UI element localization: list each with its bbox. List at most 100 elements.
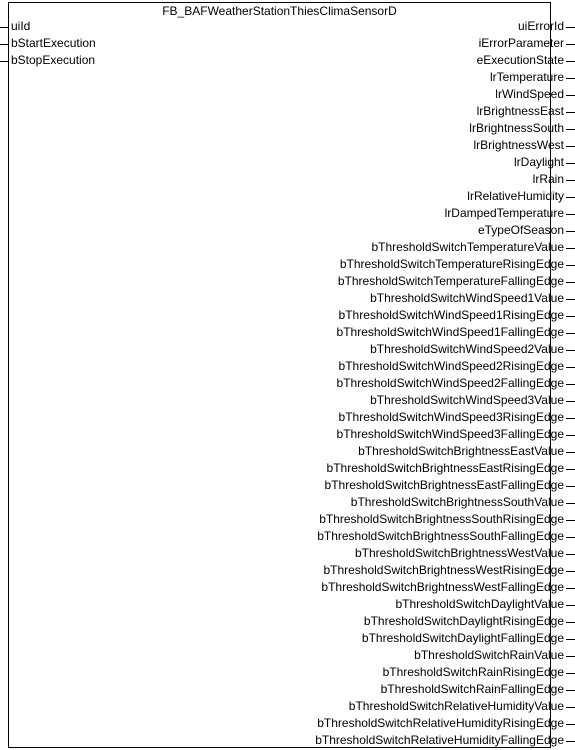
output-connector-stub-icon[interactable]	[566, 78, 575, 79]
output-pin[interactable]: lrRelativeHumidity	[467, 188, 575, 205]
output-connector-stub-icon[interactable]	[566, 639, 575, 640]
output-pin[interactable]: bThresholdSwitchBrightnessEastRisingEdge	[327, 460, 575, 477]
output-connector-stub-icon[interactable]	[566, 180, 575, 181]
output-connector-stub-icon[interactable]	[566, 707, 575, 708]
output-connector-stub-icon[interactable]	[566, 112, 575, 113]
output-connector-stub-icon[interactable]	[566, 673, 575, 674]
output-pin[interactable]: bThresholdSwitchWindSpeed2Value	[370, 341, 575, 358]
output-connector-stub-icon[interactable]	[566, 622, 575, 623]
output-pin-label: bThresholdSwitchRelativeHumidityRisingEd…	[317, 716, 564, 730]
output-connector-stub-icon[interactable]	[566, 367, 575, 368]
output-pin[interactable]: lrRain	[533, 171, 575, 188]
output-connector-stub-icon[interactable]	[566, 282, 575, 283]
output-connector-stub-icon[interactable]	[566, 333, 575, 334]
output-pin[interactable]: bThresholdSwitchTemperatureValue	[371, 239, 575, 256]
output-pin-label: bThresholdSwitchWindSpeed1FallingEdge	[336, 325, 564, 339]
output-connector-stub-icon[interactable]	[566, 265, 575, 266]
input-pin[interactable]: bStartExecution	[0, 35, 96, 52]
output-pin-label: uiErrorId	[517, 19, 564, 33]
output-pin[interactable]: lrDampedTemperature	[445, 205, 575, 222]
output-pin[interactable]: bThresholdSwitchWindSpeed2RisingEdge	[339, 358, 575, 375]
output-connector-stub-icon[interactable]	[566, 146, 575, 147]
output-connector-stub-icon[interactable]	[566, 401, 575, 402]
output-pin[interactable]: eExecutionState	[477, 52, 575, 69]
output-connector-stub-icon[interactable]	[566, 44, 575, 45]
output-connector-stub-icon[interactable]	[566, 248, 575, 249]
output-pin[interactable]: lrBrightnessWest	[474, 137, 575, 154]
output-connector-stub-icon[interactable]	[566, 741, 575, 742]
output-pin[interactable]: bThresholdSwitchWindSpeed1RisingEdge	[339, 307, 575, 324]
output-pin[interactable]: bThresholdSwitchBrightnessSouthValue	[351, 494, 575, 511]
output-pin[interactable]: bThresholdSwitchWindSpeed2FallingEdge	[337, 375, 575, 392]
output-connector-stub-icon[interactable]	[566, 656, 575, 657]
output-pin[interactable]: bThresholdSwitchWindSpeed3Value	[370, 392, 575, 409]
output-connector-stub-icon[interactable]	[566, 61, 575, 62]
output-pin[interactable]: iErrorParameter	[479, 35, 575, 52]
output-connector-stub-icon[interactable]	[566, 469, 575, 470]
output-connector-stub-icon[interactable]	[566, 299, 575, 300]
output-connector-stub-icon[interactable]	[566, 537, 575, 538]
input-connector-stub-icon[interactable]	[0, 61, 9, 62]
output-pin-label: lrRelativeHumidity	[467, 189, 564, 203]
output-connector-stub-icon[interactable]	[566, 503, 575, 504]
output-connector-stub-icon[interactable]	[566, 350, 575, 351]
output-connector-stub-icon[interactable]	[566, 690, 575, 691]
output-connector-stub-icon[interactable]	[566, 605, 575, 606]
output-pin[interactable]: bThresholdSwitchWindSpeed1Value	[370, 290, 575, 307]
output-connector-stub-icon[interactable]	[566, 588, 575, 589]
output-connector-stub-icon[interactable]	[566, 27, 575, 28]
output-pin[interactable]: uiErrorId	[518, 18, 575, 35]
output-connector-stub-icon[interactable]	[566, 231, 575, 232]
output-pin[interactable]: bThresholdSwitchDaylightFallingEdge	[362, 630, 575, 647]
output-connector-stub-icon[interactable]	[566, 554, 575, 555]
output-pin[interactable]: bThresholdSwitchRelativeHumidityFallingE…	[315, 732, 575, 749]
input-pin[interactable]: uiId	[0, 18, 30, 35]
output-pin-label: bThresholdSwitchBrightnessWestRisingEdge	[323, 563, 564, 577]
output-pin[interactable]: eTypeOfSeason	[478, 222, 575, 239]
output-pin[interactable]: lrDaylight	[514, 154, 575, 171]
output-connector-stub-icon[interactable]	[566, 163, 575, 164]
output-pin-label: bThresholdSwitchWindSpeed3FallingEdge	[336, 427, 564, 441]
input-connector-stub-icon[interactable]	[0, 27, 9, 28]
output-pin[interactable]: bThresholdSwitchWindSpeed1FallingEdge	[337, 324, 575, 341]
output-pin[interactable]: bThresholdSwitchBrightnessWestRisingEdge	[323, 562, 575, 579]
output-pin[interactable]: bThresholdSwitchBrightnessSouthFallingEd…	[317, 528, 575, 545]
output-pin[interactable]: bThresholdSwitchRelativeHumidityValue	[349, 698, 575, 715]
output-pin[interactable]: bThresholdSwitchRainValue	[414, 647, 575, 664]
output-connector-stub-icon[interactable]	[566, 316, 575, 317]
output-pin[interactable]: bThresholdSwitchRainRisingEdge	[383, 664, 575, 681]
input-pin-label: bStopExecution	[11, 53, 96, 67]
output-connector-stub-icon[interactable]	[566, 435, 575, 436]
output-pin[interactable]: bThresholdSwitchDaylightRisingEdge	[364, 613, 575, 630]
output-pin[interactable]: bThresholdSwitchBrightnessSouthRisingEdg…	[319, 511, 575, 528]
output-pin[interactable]: lrWindSpeed	[495, 86, 575, 103]
output-pin[interactable]: bThresholdSwitchRelativeHumidityRisingEd…	[317, 715, 575, 732]
output-pin-label: bThresholdSwitchWindSpeed3RisingEdge	[338, 410, 564, 424]
output-connector-stub-icon[interactable]	[566, 214, 575, 215]
input-connector-stub-icon[interactable]	[0, 44, 9, 45]
output-connector-stub-icon[interactable]	[566, 95, 575, 96]
output-pin[interactable]: bThresholdSwitchBrightnessWestValue	[355, 545, 575, 562]
output-pin[interactable]: bThresholdSwitchBrightnessEastValue	[358, 443, 575, 460]
output-pin[interactable]: bThresholdSwitchRainFallingEdge	[381, 681, 575, 698]
output-connector-stub-icon[interactable]	[566, 129, 575, 130]
output-connector-stub-icon[interactable]	[566, 571, 575, 572]
output-pin[interactable]: lrBrightnessSouth	[469, 120, 575, 137]
output-pin[interactable]: bThresholdSwitchTemperatureFallingEdge	[338, 273, 575, 290]
output-pin[interactable]: bThresholdSwitchBrightnessWestFallingEdg…	[321, 579, 575, 596]
output-connector-stub-icon[interactable]	[566, 418, 575, 419]
output-pin[interactable]: bThresholdSwitchTemperatureRisingEdge	[340, 256, 575, 273]
output-pin[interactable]: lrBrightnessEast	[477, 103, 575, 120]
output-pin[interactable]: bThresholdSwitchWindSpeed3FallingEdge	[337, 426, 575, 443]
output-pin[interactable]: bThresholdSwitchWindSpeed3RisingEdge	[339, 409, 575, 426]
output-connector-stub-icon[interactable]	[566, 520, 575, 521]
output-pin[interactable]: lrTemperature	[490, 69, 575, 86]
output-pin[interactable]: bThresholdSwitchDaylightValue	[395, 596, 575, 613]
output-connector-stub-icon[interactable]	[566, 452, 575, 453]
output-connector-stub-icon[interactable]	[566, 384, 575, 385]
input-pin[interactable]: bStopExecution	[0, 52, 95, 69]
output-connector-stub-icon[interactable]	[566, 197, 575, 198]
output-connector-stub-icon[interactable]	[566, 724, 575, 725]
output-connector-stub-icon[interactable]	[566, 486, 575, 487]
output-pin[interactable]: bThresholdSwitchBrightnessEastFallingEdg…	[325, 477, 575, 494]
